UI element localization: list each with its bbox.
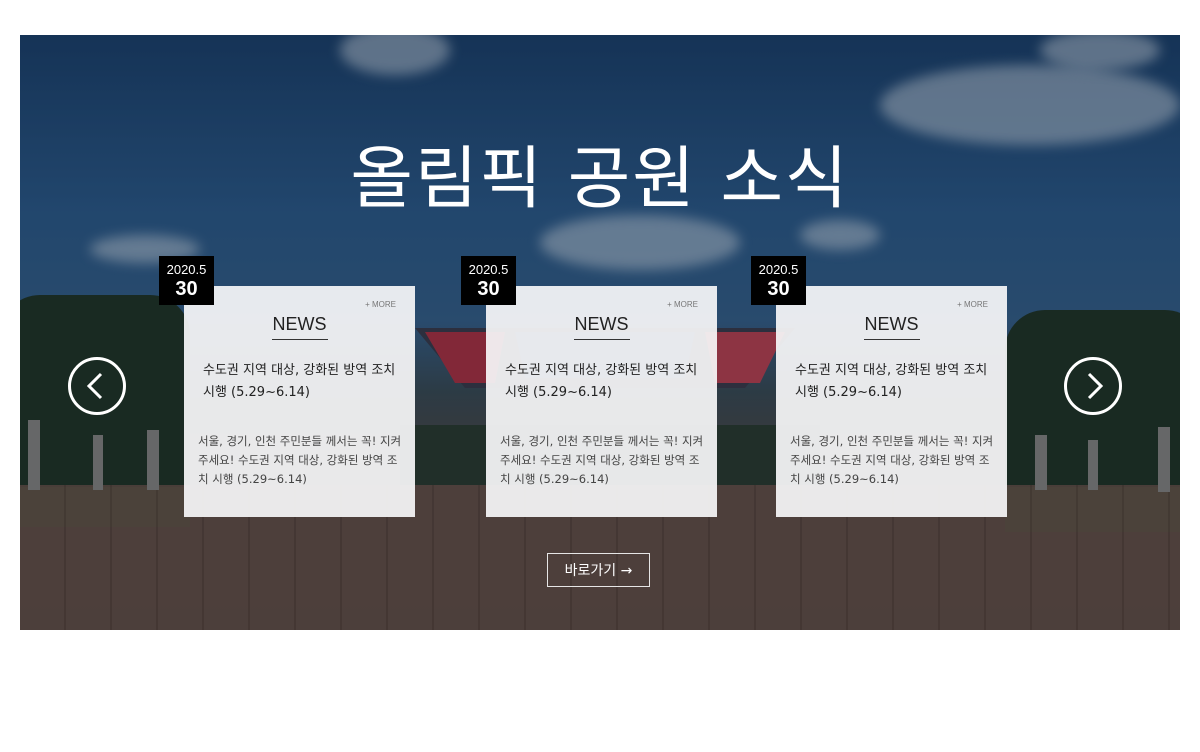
- more-link[interactable]: + MORE: [365, 300, 396, 309]
- date-badge: 2020.5 30: [159, 256, 214, 305]
- date-year-month: 2020.5: [468, 262, 509, 277]
- section-title: 올림픽 공원 소식: [350, 140, 850, 219]
- news-card[interactable]: + MORE NEWS 수도권 지역 대상, 강화된 방역 조치 시행 (5.2…: [776, 286, 1007, 517]
- chevron-right-icon: [1087, 372, 1104, 400]
- more-link[interactable]: + MORE: [957, 300, 988, 309]
- news-card[interactable]: + MORE NEWS 수도권 지역 대상, 강화된 방역 조치 시행 (5.2…: [486, 286, 717, 517]
- date-badge: 2020.5 30: [461, 256, 516, 305]
- news-headline[interactable]: 수도권 지역 대상, 강화된 방역 조치 시행 (5.29~6.14): [795, 360, 995, 404]
- news-headline[interactable]: 수도권 지역 대상, 강화된 방역 조치 시행 (5.29~6.14): [505, 360, 705, 404]
- news-summary: 서울, 경기, 인천 주민분들 께서는 꼭! 지켜주세요! 수도권 지역 대상,…: [198, 434, 402, 486]
- news-category-label: NEWS: [184, 314, 415, 340]
- date-year-month: 2020.5: [758, 262, 799, 277]
- news-card[interactable]: + MORE NEWS 수도권 지역 대상, 강화된 방역 조치 시행 (5.2…: [184, 286, 415, 517]
- chevron-left-icon: [86, 372, 103, 400]
- news-summary: 서울, 경기, 인천 주민분들 께서는 꼭! 지켜주세요! 수도권 지역 대상,…: [500, 434, 704, 486]
- news-category-label: NEWS: [776, 314, 1007, 340]
- next-slide-button[interactable]: [1064, 357, 1122, 415]
- date-year-month: 2020.5: [166, 262, 207, 277]
- news-headline[interactable]: 수도권 지역 대상, 강화된 방역 조치 시행 (5.29~6.14): [203, 360, 403, 404]
- news-hero-section: 올림픽 공원 소식 + MORE NEWS 수도권 지역 대상, 강화된 방역 …: [20, 35, 1180, 630]
- news-summary: 서울, 경기, 인천 주민분들 께서는 꼭! 지켜주세요! 수도권 지역 대상,…: [790, 434, 994, 486]
- go-to-button[interactable]: 바로가기 →: [547, 553, 650, 587]
- date-badge: 2020.5 30: [751, 256, 806, 305]
- date-day: 30: [767, 278, 790, 300]
- prev-slide-button[interactable]: [68, 357, 126, 415]
- news-category-label: NEWS: [486, 314, 717, 340]
- date-day: 30: [175, 278, 198, 300]
- more-link[interactable]: + MORE: [667, 300, 698, 309]
- date-day: 30: [477, 278, 500, 300]
